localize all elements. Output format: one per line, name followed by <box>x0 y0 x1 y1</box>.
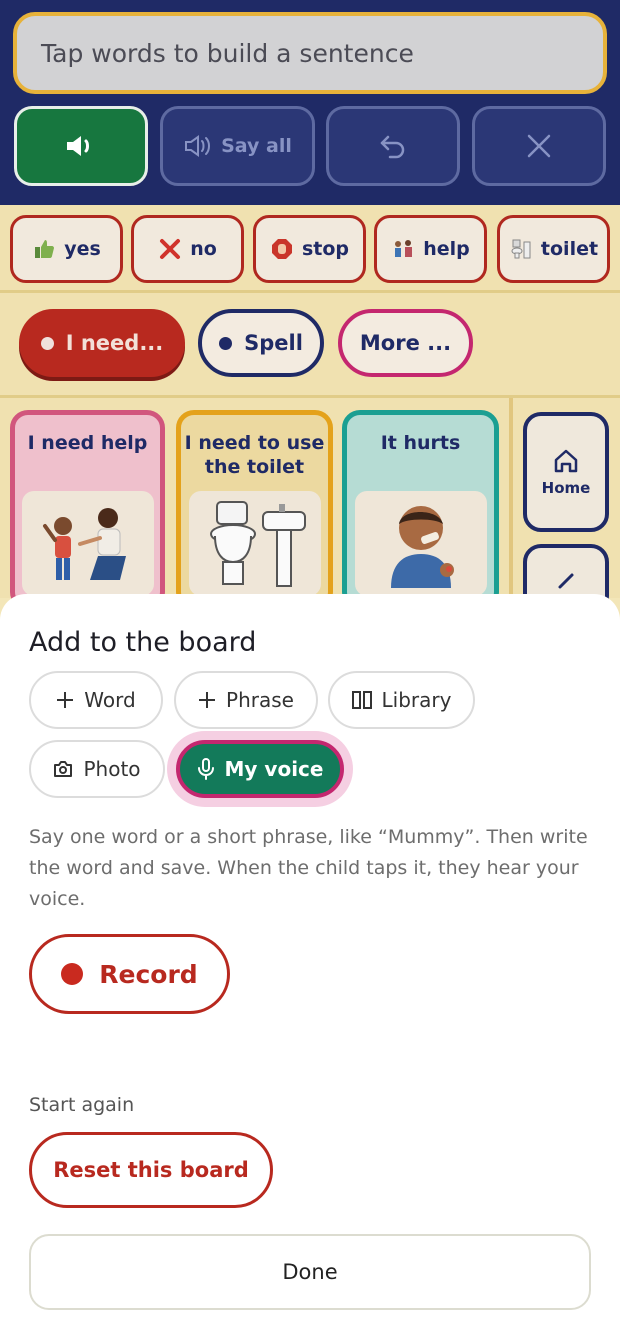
i-need-label: I need... <box>65 331 164 355</box>
card-picture <box>354 491 487 596</box>
card-it-hurts[interactable]: It hurts <box>342 410 499 610</box>
quick-words-row: yes no stop help toilet <box>0 205 620 293</box>
card-label: I need help <box>27 432 148 454</box>
reset-board-label: Reset this board <box>53 1158 249 1182</box>
say-all-button[interactable]: Say all <box>160 106 315 186</box>
my-voice-label: My voice <box>224 757 324 781</box>
done-label: Done <box>282 1260 338 1284</box>
more-button[interactable]: More ... <box>338 309 473 377</box>
add-to-board-sheet: Add to the board Word Phrase Library Pho… <box>0 594 620 1342</box>
add-phrase-label: Phrase <box>226 688 294 712</box>
add-phrase-button[interactable]: Phrase <box>174 671 318 729</box>
add-photo-label: Photo <box>83 757 141 781</box>
mode-row: I need... Spell More ... <box>0 293 620 398</box>
library-icon <box>351 691 372 709</box>
help-icon <box>391 237 415 261</box>
top-bar: Tap words to build a sentence Say all <box>0 0 620 205</box>
i-need-button[interactable]: I need... <box>19 309 185 377</box>
microphone-icon <box>197 758 214 780</box>
plus-icon <box>199 692 216 708</box>
camera-icon <box>54 761 73 777</box>
quick-word-label: help <box>423 238 470 260</box>
speaker-outline-icon <box>185 135 211 157</box>
card-label: I need to use the toilet <box>184 432 325 478</box>
speak-button[interactable] <box>14 106 148 186</box>
add-word-button[interactable]: Word <box>29 671 163 729</box>
sheet-title: Add to the board <box>29 627 257 658</box>
spell-button[interactable]: Spell <box>198 309 324 377</box>
home-icon <box>554 449 578 473</box>
reset-board-button[interactable]: Reset this board <box>29 1132 273 1208</box>
chevron-icon <box>558 573 574 589</box>
library-button[interactable]: Library <box>328 671 475 729</box>
stop-hand-icon <box>270 237 294 261</box>
quick-word-label: toilet <box>540 238 599 260</box>
card-i-need-help[interactable]: I need help <box>10 410 165 610</box>
card-label: It hurts <box>380 432 461 454</box>
undo-icon <box>380 135 405 159</box>
start-again-heading: Start again <box>29 1094 135 1116</box>
cross-icon <box>158 237 182 261</box>
quick-word-label: stop <box>301 238 350 260</box>
more-label: More ... <box>359 331 452 355</box>
divider <box>509 398 513 598</box>
card-picture <box>188 491 321 596</box>
card-grid: I need help I need to use the toilet It … <box>0 398 620 614</box>
home-label: Home <box>541 479 591 497</box>
add-word-label: Word <box>84 688 136 712</box>
quick-word-stop[interactable]: stop <box>253 215 366 283</box>
dot-icon <box>40 336 54 350</box>
toilet-icon <box>509 237 533 261</box>
quick-word-no[interactable]: no <box>131 215 244 283</box>
record-label: Record <box>99 959 198 989</box>
card-picture <box>21 491 154 596</box>
quick-word-label: yes <box>64 238 101 260</box>
add-photo-button[interactable]: Photo <box>29 740 165 798</box>
record-dot-icon <box>61 963 84 985</box>
done-button[interactable]: Done <box>29 1234 591 1310</box>
sentence-placeholder: Tap words to build a sentence <box>41 38 414 68</box>
plus-icon <box>57 692 74 708</box>
undo-button[interactable] <box>326 106 460 186</box>
voice-help-text: Say one word or a short phrase, like “Mu… <box>29 826 588 910</box>
dot-icon <box>219 336 233 350</box>
my-voice-button[interactable]: My voice <box>176 740 344 798</box>
quick-word-help[interactable]: help <box>374 215 487 283</box>
quick-word-yes[interactable]: yes <box>10 215 123 283</box>
card-toilet[interactable]: I need to use the toilet <box>176 410 333 610</box>
home-button[interactable]: Home <box>523 412 609 532</box>
quick-word-toilet[interactable]: toilet <box>497 215 610 283</box>
clear-button[interactable] <box>472 106 606 186</box>
spell-label: Spell <box>244 331 303 355</box>
sentence-bar[interactable]: Tap words to build a sentence <box>13 12 607 94</box>
close-icon <box>527 134 551 158</box>
library-label: Library <box>381 688 452 712</box>
thumbs-up-icon <box>32 237 56 261</box>
speaker-icon <box>67 136 89 156</box>
quick-word-label: no <box>190 238 217 260</box>
say-all-label: Say all <box>221 135 292 157</box>
record-button[interactable]: Record <box>29 934 230 1014</box>
